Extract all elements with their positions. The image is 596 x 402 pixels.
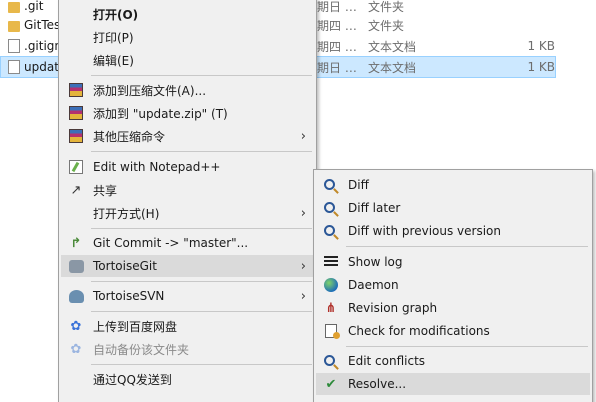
notepad-plus-plus-icon [68, 159, 84, 175]
menu-item-label: 上传到百度网盘 [93, 319, 178, 334]
file-type: 文件夹 [368, 18, 405, 33]
submenu-item-edit-conflicts[interactable]: Edit conflicts [316, 350, 590, 372]
file-date: 期四 … [317, 18, 357, 33]
tortoisesvn-icon [68, 288, 84, 304]
file-date: 期日 … [317, 0, 357, 14]
baidu-cloud-icon: ✿ [70, 318, 82, 334]
menu-item-share[interactable]: ↗ 共享 [61, 179, 314, 201]
menu-item-label: Revision graph [348, 301, 438, 315]
share-icon: ↗ [70, 182, 82, 198]
menu-item-label: 添加到 "update.zip" (T) [93, 106, 228, 121]
winrar-icon [68, 82, 84, 98]
menu-separator [91, 281, 312, 282]
magnifier-icon [323, 200, 339, 216]
winrar-icon [68, 105, 84, 121]
menu-item-edit[interactable]: 编辑(E) [61, 49, 314, 71]
menu-separator [91, 75, 312, 76]
log-icon [323, 254, 339, 270]
magnifier-icon [323, 177, 339, 193]
menu-item-send-via-qq[interactable]: 通过QQ发送到 [61, 368, 314, 390]
menu-item-label: 其他压缩命令 [93, 129, 166, 144]
menu-item-label: 打开(O) [93, 7, 139, 22]
menu-item-other-compress[interactable]: 其他压缩命令 › [61, 125, 314, 147]
tortoisegit-icon [68, 258, 84, 274]
menu-separator [91, 311, 312, 312]
file-name: .git [24, 0, 44, 13]
menu-item-print[interactable]: 打印(P) [61, 26, 314, 48]
menu-item-edit-notepadpp[interactable]: Edit with Notepad++ [61, 156, 314, 178]
menu-separator [91, 151, 312, 152]
git-commit-icon: ↱ [70, 235, 82, 251]
menu-separator [346, 246, 588, 247]
menu-item-label: Daemon [348, 278, 399, 292]
menu-item-upload-baidu[interactable]: ✿ 上传到百度网盘 [61, 315, 314, 337]
menu-item-label: Check for modifications [348, 324, 490, 338]
text-file-icon [8, 39, 20, 53]
file-size: 1 KB [527, 60, 555, 74]
file-type: 文本文档 [368, 60, 417, 75]
submenu-item-resolve[interactable]: ✔ Resolve... [316, 373, 590, 395]
resolve-icon: ✔ [325, 376, 337, 392]
file-size: 1 KB [527, 39, 555, 53]
menu-item-tortoisegit[interactable]: TortoiseGit › [61, 255, 314, 277]
menu-item-label: 通过QQ发送到 [93, 372, 172, 387]
file-date: 期四 … [317, 39, 357, 54]
menu-item-git-commit[interactable]: ↱ Git Commit -> "master"... [61, 232, 314, 254]
menu-item-label: Show log [348, 255, 403, 269]
menu-item-label: 编辑(E) [93, 53, 134, 68]
winrar-icon [68, 128, 84, 144]
revision-graph-icon: ⋔ [325, 300, 337, 316]
folder-icon [8, 20, 20, 32]
submenu-item-show-log[interactable]: Show log [316, 251, 590, 273]
menu-item-open-with[interactable]: 打开方式(H) › [61, 202, 314, 224]
menu-item-label: Diff [348, 178, 369, 192]
menu-separator [91, 364, 312, 365]
menu-item-open[interactable]: 打开(O) [61, 3, 314, 25]
magnifier-icon [323, 223, 339, 239]
edit-conflicts-icon [323, 353, 339, 369]
submenu-item-diff-previous[interactable]: Diff with previous version [316, 220, 590, 242]
tortoisegit-submenu: Diff Diff later Diff with previous versi… [313, 169, 593, 402]
menu-item-label: Diff with previous version [348, 224, 501, 238]
menu-item-label: 共享 [93, 183, 118, 198]
menu-item-label: Resolve... [348, 377, 407, 391]
menu-item-add-to-archive[interactable]: 添加到压缩文件(A)... [61, 79, 314, 101]
menu-item-label: TortoiseSVN [93, 289, 165, 303]
menu-item-label: 添加到压缩文件(A)... [93, 83, 207, 98]
menu-item-auto-backup: ✿ 自动备份该文件夹 [61, 338, 314, 360]
file-date: 期日 … [317, 60, 357, 75]
submenu-item-daemon[interactable]: Daemon [316, 274, 590, 296]
chevron-right-icon: › [300, 258, 306, 274]
submenu-item-diff-later[interactable]: Diff later [316, 197, 590, 219]
menu-item-label: 打开方式(H) [93, 206, 160, 221]
menu-item-add-to-update-zip[interactable]: 添加到 "update.zip" (T) [61, 102, 314, 124]
file-type: 文本文档 [368, 39, 417, 54]
folder-icon [8, 1, 20, 13]
check-modifications-icon [323, 323, 340, 339]
menu-item-label: 自动备份该文件夹 [93, 342, 190, 357]
chevron-right-icon: › [300, 205, 306, 221]
baidu-cloud-icon: ✿ [70, 341, 82, 357]
menu-item-label: TortoiseGit [93, 259, 157, 273]
chevron-right-icon: › [300, 288, 306, 304]
context-menu: 打开(O) 打印(P) 编辑(E) 添加到压缩文件(A)... 添加到 "upd… [58, 0, 317, 402]
submenu-item-revision-graph[interactable]: ⋔ Revision graph [316, 297, 590, 319]
menu-item-label: 打印(P) [93, 30, 134, 45]
menu-item-label: Diff later [348, 201, 401, 215]
menu-item-label: Edit with Notepad++ [93, 160, 221, 174]
menu-separator [91, 228, 312, 229]
menu-item-label: Git Commit -> "master"... [93, 236, 249, 250]
daemon-icon [323, 277, 339, 293]
chevron-right-icon: › [300, 128, 306, 144]
menu-separator [346, 346, 588, 347]
menu-item-label: Edit conflicts [348, 354, 426, 368]
text-file-icon [8, 60, 20, 74]
menu-item-tortoisesvn[interactable]: TortoiseSVN › [61, 285, 314, 307]
submenu-item-check-modifications[interactable]: Check for modifications [316, 320, 590, 342]
file-type: 文件夹 [368, 0, 405, 14]
submenu-item-diff[interactable]: Diff [316, 174, 590, 196]
